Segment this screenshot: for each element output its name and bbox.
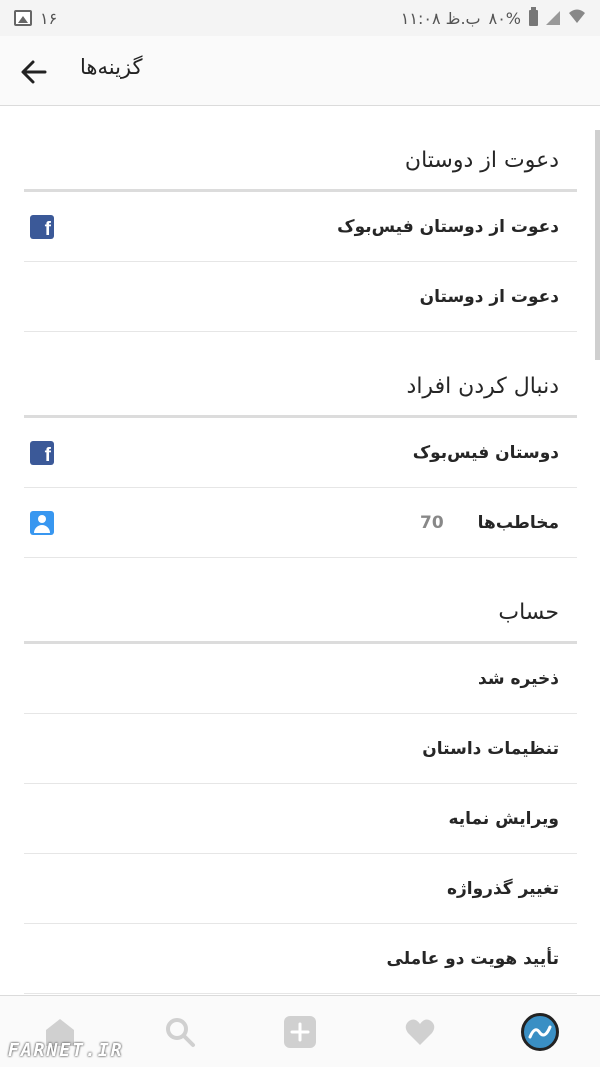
row-saved[interactable]: ذخیره شد (24, 644, 577, 714)
section-header-invite-friends: دعوت از دوستان (24, 106, 577, 192)
row-label: دعوت از دوستان (419, 286, 559, 307)
notification-count: ۱۶ (40, 8, 58, 28)
row-label: دعوت از دوستان فیس‌بوک (337, 216, 559, 237)
row-edit-profile[interactable]: ویرایش نمایه (24, 784, 577, 854)
row-invite-facebook-friends[interactable]: دعوت از دوستان فیس‌بوک f (24, 192, 577, 262)
watermark: FARNET.IR (8, 1040, 124, 1061)
row-story-settings[interactable]: تنظیمات داستان (24, 714, 577, 784)
page-title: گزینه‌ها (80, 55, 143, 79)
row-invite-friends[interactable]: دعوت از دوستان (24, 262, 577, 332)
back-arrow-icon[interactable] (18, 56, 50, 88)
status-bar-left: ۱۶ (14, 9, 57, 28)
contact-icon (30, 510, 54, 535)
battery-icon (529, 7, 538, 26)
wifi-icon (568, 8, 586, 28)
facebook-icon: f (30, 214, 54, 239)
row-contacts[interactable]: مخاطب‌ها 70 (24, 488, 577, 558)
tab-add[interactable] (270, 1002, 330, 1062)
tab-search[interactable] (150, 1002, 210, 1062)
tab-activity[interactable] (390, 1002, 450, 1062)
row-label: تنظیمات داستان (422, 738, 559, 759)
clock: ۱۱:۰۸ ب.ظ (400, 8, 481, 28)
options-list: دعوت از دوستان دعوت از دوستان فیس‌بوک f … (24, 106, 577, 994)
search-icon (166, 1017, 195, 1047)
profile-avatar (521, 1012, 559, 1051)
app-bar: گزینه‌ها (0, 36, 600, 106)
row-label: تغییر گذرواژه (446, 878, 559, 899)
row-change-password[interactable]: تغییر گذرواژه (24, 854, 577, 924)
row-label: ذخیره شد (478, 668, 559, 689)
contacts-count: 70 (419, 512, 444, 533)
status-bar: ۱۶ ۱۱:۰۸ ب.ظ ۸۰% (0, 0, 600, 36)
image-notification-icon (14, 10, 32, 26)
row-label: دوستان فیس‌بوک (412, 442, 559, 463)
row-label: ویرایش نمایه (448, 808, 559, 829)
scrollbar-thumb[interactable] (595, 130, 600, 360)
section-header-follow-people: دنبال کردن افراد (24, 332, 577, 418)
status-bar-right: ۱۱:۰۸ ب.ظ ۸۰% (400, 7, 586, 28)
facebook-icon: f (30, 440, 54, 465)
battery-percent: ۸۰% (488, 8, 521, 28)
heart-icon (405, 1019, 435, 1045)
tab-profile[interactable] (510, 1002, 570, 1062)
section-header-account: حساب (24, 558, 577, 644)
row-label: مخاطب‌ها (477, 512, 559, 533)
row-label: تأیید هویت دو عاملی (386, 948, 559, 969)
row-two-factor-auth[interactable]: تأیید هویت دو عاملی (24, 924, 577, 994)
row-facebook-friends[interactable]: دوستان فیس‌بوک f (24, 418, 577, 488)
signal-icon (546, 11, 560, 25)
add-icon (284, 1015, 316, 1048)
